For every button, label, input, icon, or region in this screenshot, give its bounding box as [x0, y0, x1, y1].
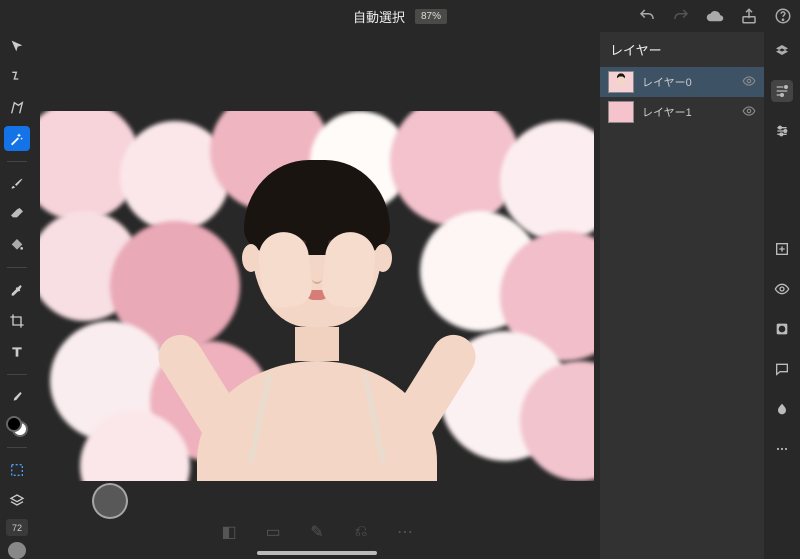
- canvas-image: [40, 111, 594, 481]
- effects-icon[interactable]: [771, 398, 793, 420]
- lasso-tool[interactable]: [4, 95, 30, 120]
- properties-tab-icon[interactable]: [771, 80, 793, 102]
- color-swatch[interactable]: [6, 416, 28, 437]
- transform-tool[interactable]: [4, 65, 30, 90]
- eraser-tool[interactable]: [4, 202, 30, 227]
- tool-title: 自動選択: [353, 7, 405, 26]
- visibility-icon[interactable]: [742, 104, 756, 121]
- zoom-badge[interactable]: 87%: [415, 9, 447, 24]
- options-bar: ◧ ▭ ✎ ⎌ ⋯: [220, 523, 414, 541]
- layer-label: レイヤー1: [642, 104, 692, 120]
- move-tool[interactable]: [4, 34, 30, 59]
- layers-small-icon[interactable]: [4, 488, 30, 513]
- redo-icon[interactable]: [672, 7, 690, 25]
- adjustments-tab-icon[interactable]: [771, 120, 793, 142]
- share-icon[interactable]: [740, 7, 758, 25]
- left-toolbar: 72: [0, 32, 34, 559]
- more-icon[interactable]: [771, 438, 793, 460]
- magic-wand-tool[interactable]: [4, 126, 30, 151]
- home-indicator: [257, 551, 377, 555]
- layers-panel-title: レイヤー: [600, 32, 764, 67]
- crop-tool[interactable]: [4, 309, 30, 334]
- marquee-icon[interactable]: [4, 458, 30, 483]
- option-1-icon[interactable]: ◧: [220, 523, 238, 541]
- option-4-icon[interactable]: ⎌: [352, 523, 370, 541]
- comment-icon[interactable]: [771, 358, 793, 380]
- more-options-icon[interactable]: ⋯: [396, 523, 414, 541]
- layer-thumbnail: [608, 101, 634, 123]
- mask-icon[interactable]: [771, 318, 793, 340]
- option-2-icon[interactable]: ▭: [264, 523, 282, 541]
- brush-preview[interactable]: [8, 542, 26, 559]
- right-rail: [764, 32, 800, 559]
- layer-row-0[interactable]: レイヤー0: [600, 67, 764, 97]
- brush-tool[interactable]: [4, 172, 30, 197]
- option-3-icon[interactable]: ✎: [308, 523, 326, 541]
- color-picker-tool[interactable]: [4, 385, 30, 410]
- visibility-icon[interactable]: [742, 74, 756, 91]
- help-icon[interactable]: [774, 7, 792, 25]
- visibility-rail-icon[interactable]: [771, 278, 793, 300]
- top-bar: 自動選択 87%: [0, 0, 800, 32]
- cloud-icon[interactable]: [706, 7, 724, 25]
- type-tool[interactable]: [4, 340, 30, 365]
- layers-panel: レイヤー レイヤー0 レイヤー1: [600, 32, 764, 559]
- fill-tool[interactable]: [4, 233, 30, 258]
- layer-label: レイヤー0: [642, 74, 692, 90]
- eyedropper-tool[interactable]: [4, 278, 30, 303]
- add-icon[interactable]: [771, 238, 793, 260]
- layers-tab-icon[interactable]: [771, 40, 793, 62]
- brush-size-value[interactable]: 72: [6, 519, 28, 536]
- canvas-area[interactable]: ◧ ▭ ✎ ⎌ ⋯: [34, 32, 600, 559]
- layer-row-1[interactable]: レイヤー1: [600, 97, 764, 127]
- brush-cursor: [92, 483, 128, 519]
- undo-icon[interactable]: [638, 7, 656, 25]
- layer-thumbnail: [608, 71, 634, 93]
- subject-figure: [197, 172, 437, 481]
